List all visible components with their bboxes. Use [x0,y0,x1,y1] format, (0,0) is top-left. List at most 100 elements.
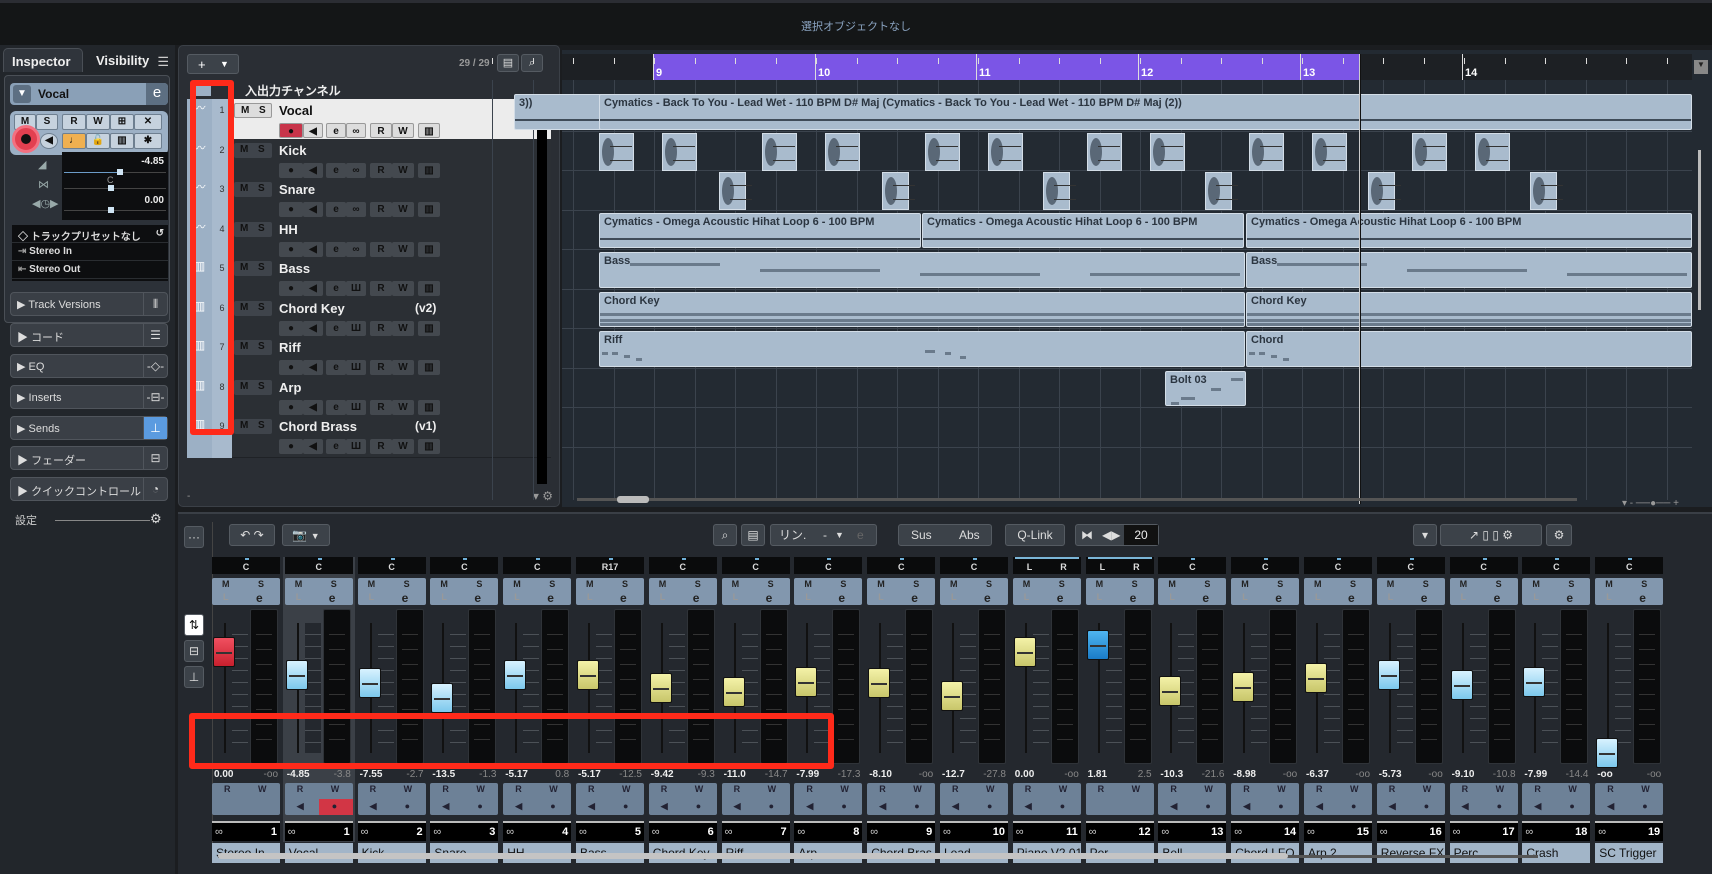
kick-hit-event[interactable] [1312,132,1347,171]
inserts-view-icon[interactable]: ⊟ [184,640,204,662]
mixer-menu-icon[interactable]: ··· [184,526,204,548]
track-name[interactable]: Vocal [279,103,313,118]
qlink-button[interactable]: Q-Link [1005,524,1065,546]
lanes-icon[interactable]: ▥ [418,439,440,454]
automation-buttons[interactable]: R W ◀ ● [1449,783,1518,815]
channel-name[interactable]: Reverse FX [1376,843,1445,863]
lanes-icon[interactable]: ▥ [418,162,440,178]
record-enable-button[interactable]: ● [279,320,303,336]
mute-solo-grid[interactable]: M S Le [1304,578,1372,605]
pan-control[interactable]: C [1231,557,1300,574]
write-button[interactable]: W [392,162,414,178]
mute-solo[interactable]: MS [234,300,272,316]
edit-channel-icon[interactable]: e [326,202,346,217]
snare-hit-event[interactable] [719,172,752,210]
lanes-icon[interactable]: ▥ [418,241,440,257]
channel-width-group[interactable]: ⧓ ◀▶ 20 [1075,524,1159,546]
write-button[interactable]: W [392,202,414,217]
panel-menu-icon[interactable]: ☰ [157,54,169,70]
mute-solo[interactable]: MS [234,379,272,395]
mute-solo-grid[interactable]: M S Le [430,578,499,605]
mute-solo-grid[interactable]: M S Le [1522,578,1591,605]
automation-buttons[interactable]: R W ◀ ● [1231,783,1300,815]
edit-channel-icon[interactable]: e [326,123,346,138]
record-enable-button[interactable]: ● [279,162,303,178]
undo-redo[interactable]: ↶ ↷ [229,524,275,546]
write-button[interactable]: W [392,439,414,454]
pan-control[interactable]: C [430,557,499,574]
track-list-scrollbar[interactable] [537,99,547,484]
kick-hit-event[interactable] [1249,132,1284,171]
pan-control[interactable]: C [357,557,426,574]
ruler[interactable]: 9 10 11 12 13 14 [492,54,1692,80]
mute-solo-grid[interactable]: M S Le [794,578,863,605]
channel-name[interactable]: Perc [1449,843,1518,863]
mute-solo-grid[interactable]: M S Le [576,578,644,605]
track-name[interactable]: HH [279,222,298,237]
automation-buttons[interactable]: R W ◀ ● [1376,783,1445,815]
link-group[interactable]: リン. - ▼ e [770,524,877,546]
channel-name[interactable]: Crash [1522,843,1591,863]
snare-hit-event[interactable] [1530,172,1563,210]
fader-handle[interactable] [722,676,745,707]
edit-channel-icon[interactable]: e [326,360,346,375]
snare-hit-event[interactable] [1205,172,1238,210]
faders-view-icon[interactable]: ⇅ [184,614,204,636]
link-icon[interactable]: ∞ [346,162,366,178]
fader-handle[interactable] [1232,671,1255,702]
lanes-icon[interactable]: ▥ [110,133,134,149]
channel-name[interactable]: SC Trigger [1595,843,1664,863]
track-lane[interactable] [562,132,1692,171]
channel-strip[interactable]: C M S Le -oo -oo R W ◀ ● ∞ 19 SC Trigger [1593,557,1665,863]
snare-hit-event[interactable] [1043,172,1076,210]
channel-strip[interactable]: CMSLe-4.85-3.8RW◀●∞1Vocal [282,557,355,863]
lanes-icon[interactable]: ▥ [418,123,440,138]
edit-channel-icon[interactable]: e [326,241,346,257]
audio-event-hh[interactable]: Cymatics - Omega Acoustic Hihat Loop 6 -… [922,212,1244,248]
instrument-icon[interactable]: Ш [346,281,366,296]
channel-strip[interactable]: CMSLe-13.5-1.3RW◀●∞3Snare [428,557,500,863]
mute-solo[interactable]: MS [234,103,272,118]
mute-solo-grid[interactable]: M S Le [1231,578,1300,605]
mute-solo[interactable]: MS [234,261,272,276]
fader-handle[interactable] [577,660,599,690]
track-lane[interactable] [562,369,1692,408]
lanes-icon[interactable]: ▥ [418,360,440,375]
channel-strip[interactable]: CMSLe-8.98-ooRW◀●∞14Chord LFO [1229,557,1301,863]
edit-channel-icon[interactable]: e [326,399,346,415]
automation-buttons[interactable]: R W ◀ ● [503,783,572,815]
output-routing[interactable]: ⇤ Stereo Out [12,261,168,279]
zoom-controls[interactable]: ▾ - ──●── + [1622,498,1679,509]
mute-solo-grid[interactable]: M S Le [648,578,717,605]
channel-strip[interactable]: CMSLe-9.42-9.3RW◀●∞6Chord Key [647,557,719,863]
snare-hit-event[interactable] [882,172,915,210]
section-fader[interactable]: ▶ フェーダー ⊟ [10,446,168,470]
read-button[interactable]: R [370,439,392,454]
mute-solo[interactable]: MS [234,419,272,434]
pan-slider[interactable] [108,185,114,191]
channel-strip[interactable]: CMSLe-11.0-14.7RW◀●∞7Riff [720,557,792,863]
automation-buttons[interactable]: R W ◀ ● [1012,783,1081,815]
record-enable-button[interactable]: ● [279,360,303,375]
track-list-view-icon[interactable]: ▤ [497,54,519,72]
mute-solo-grid[interactable]: M S Le [1449,578,1518,605]
inspector-track-name[interactable]: ▼ Vocal e [10,83,168,105]
edit-channel-icon[interactable]: e [146,83,168,105]
fader-handle[interactable] [649,673,672,703]
monitor-button[interactable]: ◀ [303,439,323,454]
volume-slider[interactable] [117,169,123,175]
read-button[interactable]: R [370,281,392,296]
read-button[interactable]: R [370,360,392,375]
kick-hit-event[interactable] [1475,132,1510,171]
tab-inspector[interactable]: Inspector [3,48,83,72]
cycle-range[interactable] [653,54,1361,80]
link-icon[interactable]: ∞ [346,123,366,138]
mute-solo-grid[interactable]: M S Le [212,578,280,605]
freeze-snowflake-icon[interactable]: ✱ [134,133,162,149]
pan-control[interactable]: C [284,557,353,574]
read-button[interactable]: R [370,241,392,257]
edit-channel-icon[interactable]: e [326,162,346,178]
mute-solo-grid[interactable]: M S Le [867,578,936,605]
automation-buttons[interactable]: R W ◀ ● [721,783,790,815]
audio-event-vocal[interactable]: 3)) [514,94,602,130]
